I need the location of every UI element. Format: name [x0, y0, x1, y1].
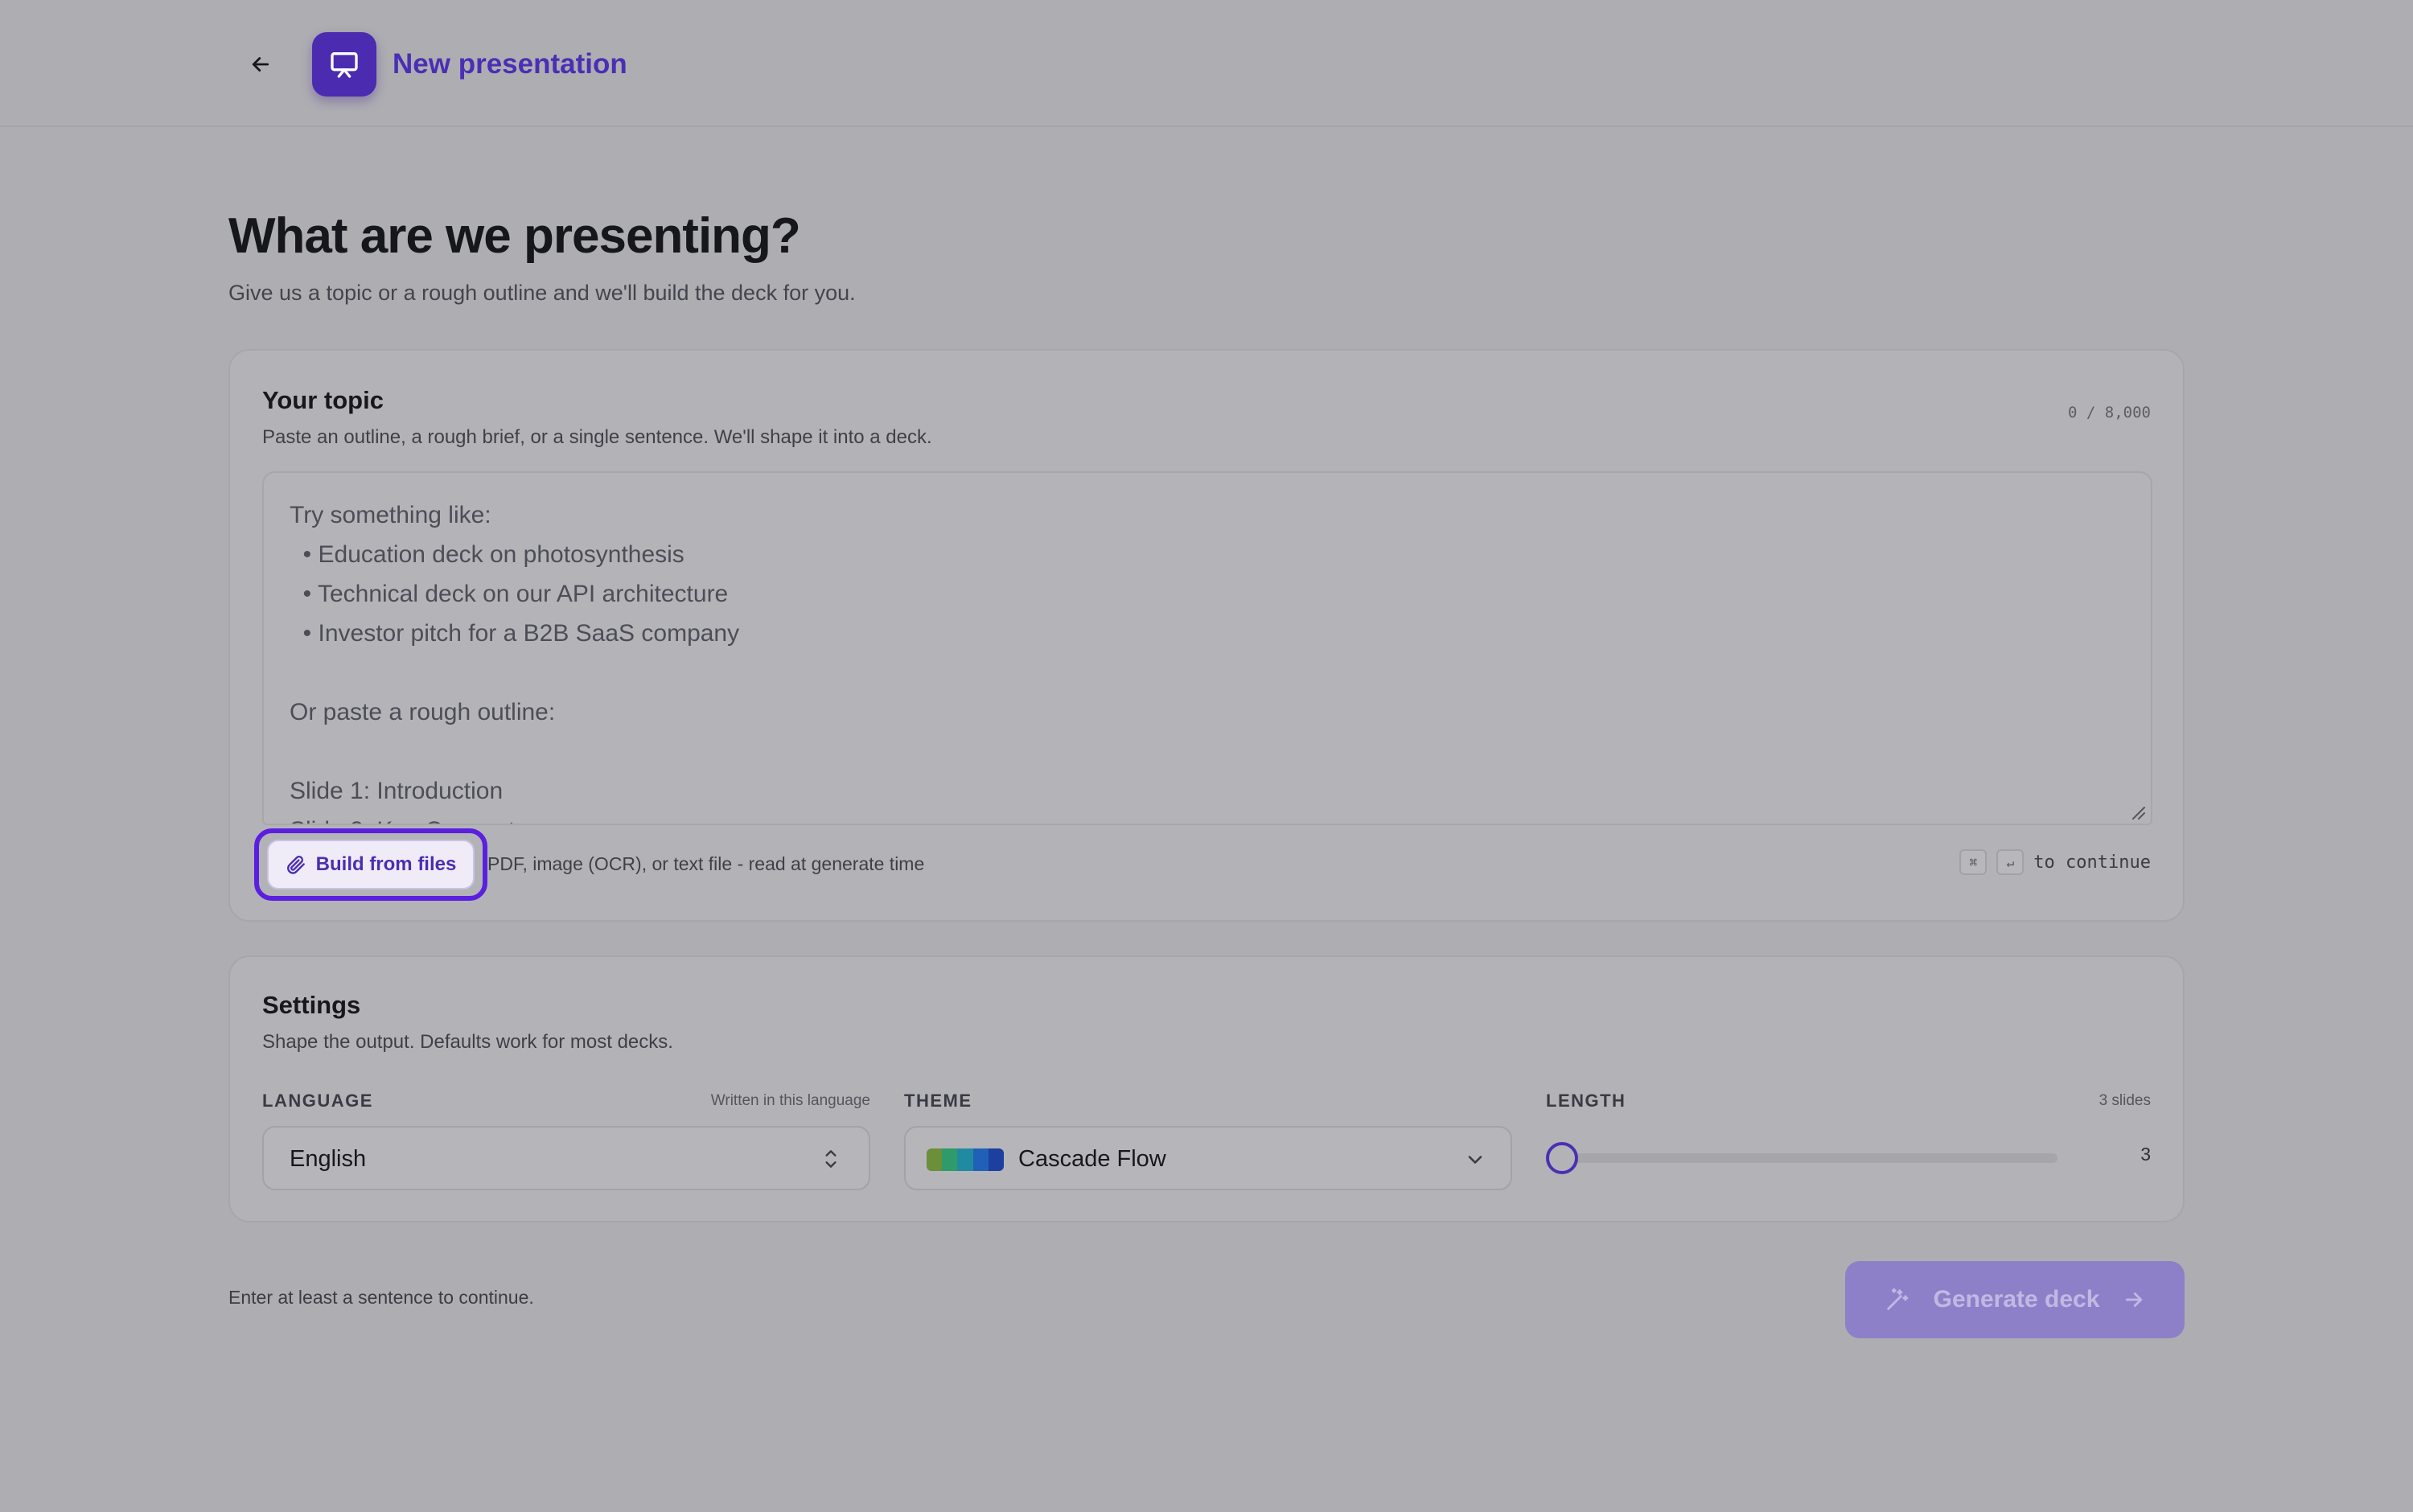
language-value: English [290, 1146, 367, 1172]
shortcut-text: to continue [2033, 852, 2151, 873]
command-key: ⌘ [1959, 849, 1988, 875]
length-slider-thumb[interactable] [1546, 1142, 1578, 1174]
topic-title: Your topic [262, 386, 384, 414]
language-hint: Written in this language [710, 1092, 870, 1109]
main-subheading: Give us a topic or a rough outline and w… [228, 281, 856, 305]
settings-title: Settings [262, 991, 361, 1019]
app-header: New presentation [0, 0, 2413, 127]
chevron-down-icon [1464, 1148, 1486, 1171]
swatch-color [988, 1148, 1004, 1171]
magic-wand-icon [1884, 1286, 1911, 1313]
length-label: LENGTH [1546, 1091, 1626, 1111]
length-hint: 3 slides [2099, 1092, 2151, 1109]
build-from-files-label: Build from files [315, 853, 457, 875]
theme-value: Cascade Flow [1018, 1146, 1166, 1172]
swatch-color [972, 1148, 989, 1171]
swatch-color [942, 1148, 958, 1171]
main-heading: What are we presenting? [228, 208, 801, 264]
enter-key: ↵ [1996, 849, 2025, 875]
chevron-up-down-icon [820, 1147, 841, 1171]
language-select[interactable]: English [262, 1126, 870, 1190]
generate-deck-label: Generate deck [1933, 1286, 2100, 1313]
validation-hint: Enter at least a sentence to continue. [228, 1287, 534, 1308]
page-title: New presentation [393, 48, 627, 80]
length-value: 3 [2140, 1144, 2151, 1165]
generate-deck-button[interactable]: Generate deck [1845, 1261, 2185, 1338]
settings-description: Shape the output. Defaults work for most… [262, 1031, 673, 1053]
file-types-hint: PDF, image (OCR), or text file - read at… [487, 853, 925, 874]
presentation-icon [328, 48, 360, 80]
character-counter: 0 / 8,000 [2068, 404, 2151, 421]
arrow-right-icon [2122, 1288, 2146, 1312]
app-logo [312, 32, 376, 97]
theme-select[interactable]: Cascade Flow [904, 1126, 1512, 1190]
topic-description: Paste an outline, a rough brief, or a si… [262, 426, 932, 448]
resize-handle-icon[interactable] [2128, 803, 2146, 820]
paperclip-icon [286, 854, 306, 875]
keyboard-shortcut-hint: ⌘ ↵ to continue [1959, 849, 2151, 875]
theme-label: THEME [904, 1091, 972, 1111]
back-button[interactable] [240, 45, 282, 84]
language-label: LANGUAGE [262, 1091, 373, 1111]
length-slider-track[interactable] [1554, 1153, 2057, 1163]
theme-swatch [927, 1148, 1004, 1171]
build-from-files-button[interactable]: Build from files [267, 840, 475, 890]
swatch-color [957, 1148, 973, 1171]
topic-card: Your topic Paste an outline, a rough bri… [228, 349, 2185, 922]
topic-textarea[interactable]: Try something like: • Education deck on … [262, 471, 2152, 825]
arrow-left-icon [249, 52, 273, 76]
settings-card: Settings Shape the output. Defaults work… [228, 955, 2185, 1222]
swatch-color [927, 1148, 943, 1171]
topic-placeholder: Try something like: • Education deck on … [290, 502, 740, 824]
